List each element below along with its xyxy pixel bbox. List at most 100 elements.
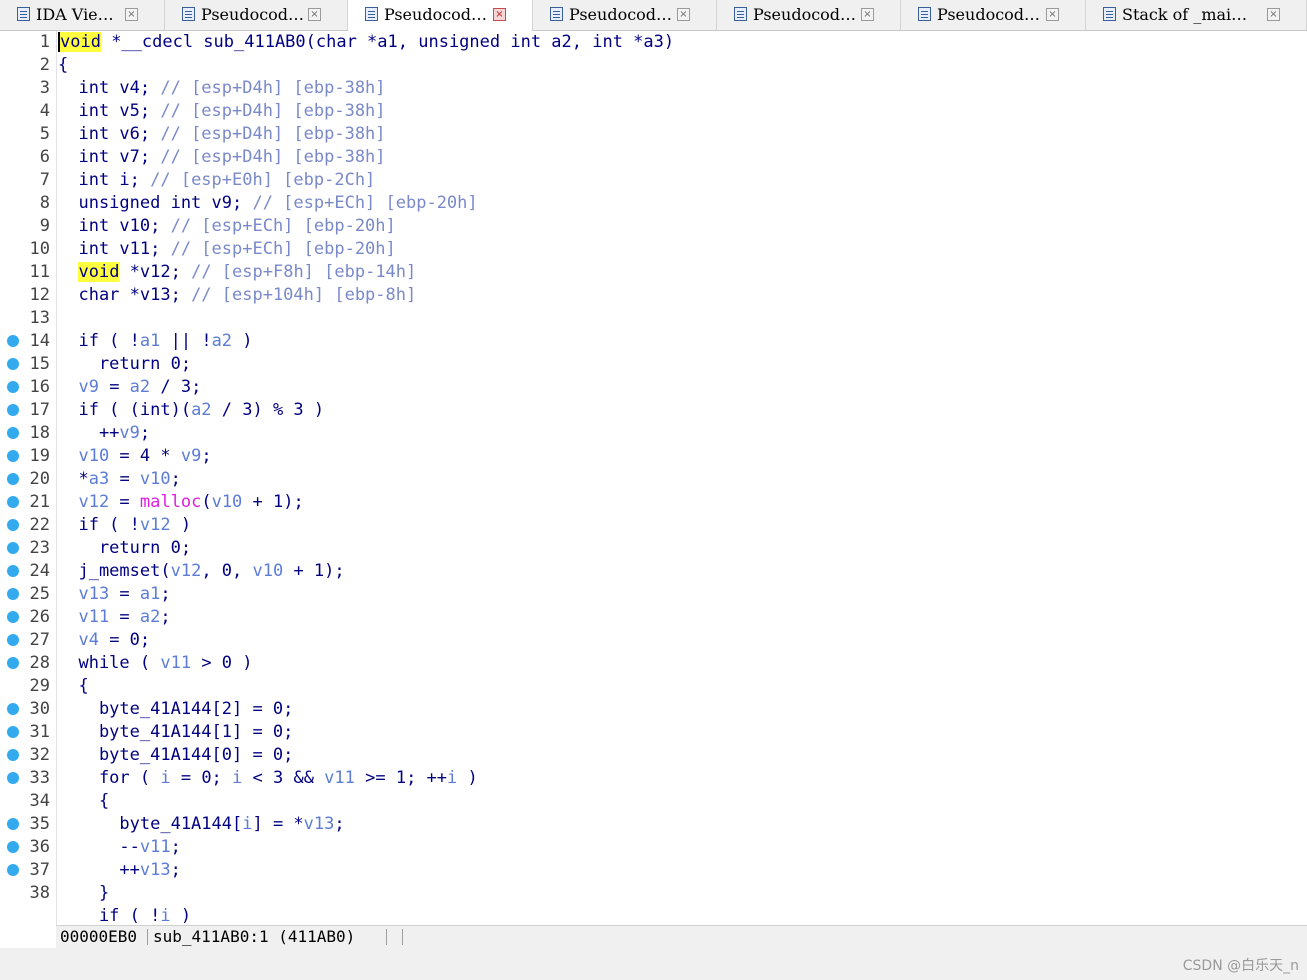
code-token: *: [58, 469, 89, 489]
tab-3[interactable]: Pseudocod… ×: [348, 0, 533, 31]
tab-label: Stack of _mai…: [1122, 5, 1248, 24]
pseudocode-icon: [734, 7, 747, 21]
code-line[interactable]: --v11;: [58, 836, 180, 859]
code-line[interactable]: int v4; // [esp+D4h] [ebp-38h]: [58, 77, 385, 100]
breakpoint-marker-icon[interactable]: [7, 450, 19, 462]
code-token: >= 1; ++: [354, 768, 448, 788]
code-line[interactable]: return 0;: [58, 537, 191, 560]
code-token: if ( !: [58, 906, 161, 925]
breakpoint-marker-icon[interactable]: [7, 473, 19, 485]
code-line[interactable]: if ( (int)(a2 / 3) % 3 ): [58, 399, 324, 422]
code-line[interactable]: while ( v11 > 0 ): [58, 652, 252, 675]
code-line[interactable]: for ( i = 0; i < 3 && v11 >= 1; ++i ): [58, 767, 478, 790]
code-line[interactable]: int v6; // [esp+D4h] [ebp-38h]: [58, 123, 385, 146]
breakpoint-marker-icon[interactable]: [7, 726, 19, 738]
code-line[interactable]: j_memset(v12, 0, v10 + 1);: [58, 560, 344, 583]
breakpoint-marker-icon[interactable]: [7, 427, 19, 439]
pseudocode-view[interactable]: 1 2 3 4 5 6 7 8 9 10 11 12 13 14 15 16 17 18 19 20 21 22 23 24 2…: [0, 31, 1307, 925]
status-divider: [402, 929, 403, 945]
breakpoint-marker-icon[interactable]: [7, 542, 19, 554]
code-line[interactable]: int v7; // [esp+D4h] [ebp-38h]: [58, 146, 386, 169]
breakpoint-marker-icon[interactable]: [7, 703, 19, 715]
code-line[interactable]: void *v12; // [esp+F8h] [ebp-14h]: [58, 261, 416, 284]
code-line[interactable]: v4 = 0;: [58, 629, 150, 652]
code-line[interactable]: {: [58, 790, 109, 813]
breakpoint-marker-icon[interactable]: [7, 772, 19, 784]
code-line[interactable]: v12 = malloc(v10 + 1);: [58, 491, 303, 514]
breakpoint-marker-icon[interactable]: [7, 404, 19, 416]
tab-5[interactable]: Pseudocod… ×: [717, 0, 901, 30]
line-number: 11: [29, 262, 50, 282]
close-tab-icon[interactable]: ×: [493, 8, 506, 21]
code-token: =: [109, 469, 140, 489]
code-line[interactable]: int v10; // [esp+ECh] [ebp-20h]: [58, 215, 395, 238]
breakpoint-marker-icon[interactable]: [7, 565, 19, 577]
close-tab-icon[interactable]: ×: [125, 8, 138, 21]
code-line[interactable]: ++v9;: [58, 422, 150, 445]
close-tab-icon[interactable]: ×: [677, 8, 690, 21]
status-location: sub_411AB0:1 (411AB0): [153, 927, 356, 946]
breakpoint-marker-icon[interactable]: [7, 381, 19, 393]
code-line[interactable]: byte_41A144[i] = *v13;: [58, 813, 344, 836]
breakpoint-marker-icon[interactable]: [7, 864, 19, 876]
close-tab-icon[interactable]: ×: [861, 8, 874, 21]
code-line[interactable]: byte_41A144[1] = 0;: [58, 721, 293, 744]
tab-2[interactable]: Pseudocod… ×: [165, 0, 348, 30]
code-line[interactable]: if ( !i ): [58, 905, 191, 925]
code-line[interactable]: v10 = 4 * v9;: [58, 445, 211, 468]
code-line[interactable]: return 0;: [58, 353, 191, 376]
breakpoint-marker-icon[interactable]: [7, 611, 19, 623]
breakpoint-marker-icon[interactable]: [7, 818, 19, 830]
code-token: // [esp+E0h] [ebp-2Ch]: [150, 170, 376, 190]
code-token: byte_41A144[2] = 0;: [58, 699, 294, 719]
code-line[interactable]: if ( !v12 ): [58, 514, 191, 537]
disassembly-icon: [17, 7, 30, 21]
code-line[interactable]: ++v13;: [58, 859, 180, 882]
line-number: 29: [29, 676, 50, 696]
code-line[interactable]: int v11; // [esp+ECh] [ebp-20h]: [58, 238, 395, 261]
bottom-bar: [0, 948, 1307, 980]
code-token: , 0,: [201, 561, 253, 581]
breakpoint-marker-icon[interactable]: [7, 335, 19, 347]
breakpoint-marker-icon[interactable]: [7, 657, 19, 669]
code-token: if ( !: [58, 515, 140, 535]
tab-label: Pseudocod…: [201, 5, 305, 24]
code-line[interactable]: {: [58, 675, 88, 698]
code-line[interactable]: v13 = a1;: [58, 583, 170, 606]
breakpoint-marker-icon[interactable]: [7, 358, 19, 370]
code-token: // [esp+D4h] [ebp-38h]: [160, 147, 386, 167]
code-token: if ( (int)(: [58, 400, 192, 420]
status-offset: 00000EB0: [60, 927, 138, 946]
breakpoint-marker-icon[interactable]: [7, 588, 19, 600]
code-line[interactable]: unsigned int v9; // [esp+ECh] [ebp-20h]: [58, 192, 477, 215]
code-line[interactable]: void *__cdecl sub_411AB0(char *a1, unsig…: [58, 31, 674, 54]
close-tab-icon[interactable]: ×: [1267, 8, 1280, 21]
code-line[interactable]: if ( !a1 || !a2 ): [58, 330, 252, 353]
code-line[interactable]: int i; // [esp+E0h] [ebp-2Ch]: [58, 169, 375, 192]
code-token: void: [78, 262, 120, 282]
code-line[interactable]: v9 = a2 / 3;: [58, 376, 201, 399]
breakpoint-marker-icon[interactable]: [7, 749, 19, 761]
code-line[interactable]: int v5; // [esp+D4h] [ebp-38h]: [58, 100, 385, 123]
breakpoint-marker-icon[interactable]: [7, 519, 19, 531]
code-line[interactable]: byte_41A144[0] = 0;: [58, 744, 293, 767]
code-token: void: [58, 32, 101, 52]
breakpoint-marker-icon[interactable]: [7, 496, 19, 508]
tab-6[interactable]: Pseudocod… ×: [901, 0, 1086, 30]
tab-7[interactable]: Stack of _mai… ×: [1086, 0, 1307, 30]
code-line[interactable]: }: [58, 882, 109, 905]
close-tab-icon[interactable]: ×: [1046, 8, 1059, 21]
breakpoint-marker-icon[interactable]: [7, 841, 19, 853]
code-token: v10: [139, 469, 171, 489]
tab-1[interactable]: IDA Vie… ×: [0, 0, 165, 30]
code-line[interactable]: byte_41A144[2] = 0;: [58, 698, 293, 721]
close-tab-icon[interactable]: ×: [308, 8, 321, 21]
tab-4[interactable]: Pseudocod… ×: [533, 0, 717, 30]
code-token: *v12;: [119, 262, 192, 282]
code-line[interactable]: *a3 = v10;: [58, 468, 180, 491]
breakpoint-marker-icon[interactable]: [7, 634, 19, 646]
code-line[interactable]: {: [58, 54, 68, 77]
status-divider: [386, 929, 387, 945]
code-line[interactable]: v11 = a2;: [58, 606, 170, 629]
code-line[interactable]: char *v13; // [esp+104h] [ebp-8h]: [58, 284, 416, 307]
